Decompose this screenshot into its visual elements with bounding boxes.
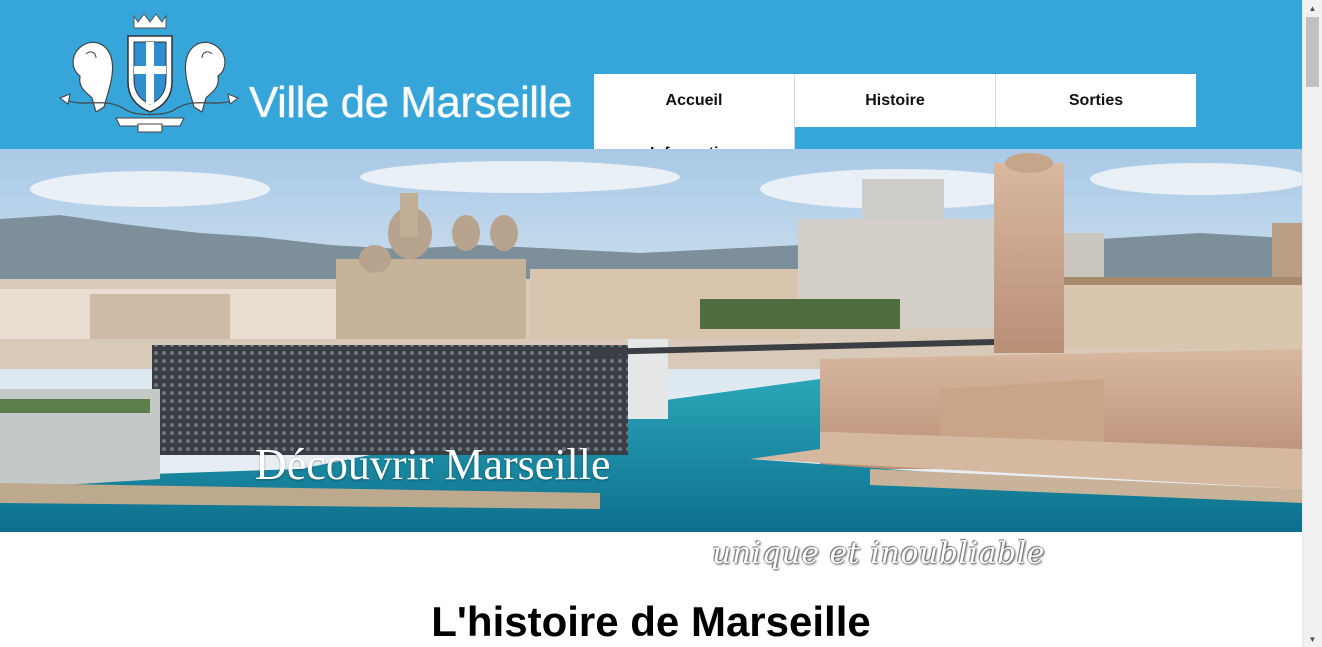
hero-banner: Découvrir Marseille (0, 149, 1302, 532)
marseille-panorama-image (0, 149, 1302, 532)
nav-item-histoire[interactable]: Histoire (795, 74, 996, 127)
vertical-scrollbar[interactable]: ▲ ▼ (1302, 0, 1322, 647)
section-title: L'histoire de Marseille (431, 598, 871, 645)
site-title[interactable]: Ville de Marseille (249, 78, 572, 128)
site-header: Ville de Marseille Accueil Histoire Sort… (0, 0, 1302, 180)
hero-caption: Découvrir Marseille (255, 440, 611, 489)
scrollbar-thumb[interactable] (1306, 17, 1319, 87)
tagline: unique et inoubliable (712, 536, 1046, 571)
nav-item-sorties[interactable]: Sorties (996, 74, 1196, 127)
scroll-up-arrow-icon[interactable]: ▲ (1303, 0, 1322, 16)
nav-item-accueil[interactable]: Accueil (594, 74, 795, 127)
scroll-down-arrow-icon[interactable]: ▼ (1303, 631, 1322, 647)
coat-of-arms-logo[interactable] (56, 12, 242, 134)
